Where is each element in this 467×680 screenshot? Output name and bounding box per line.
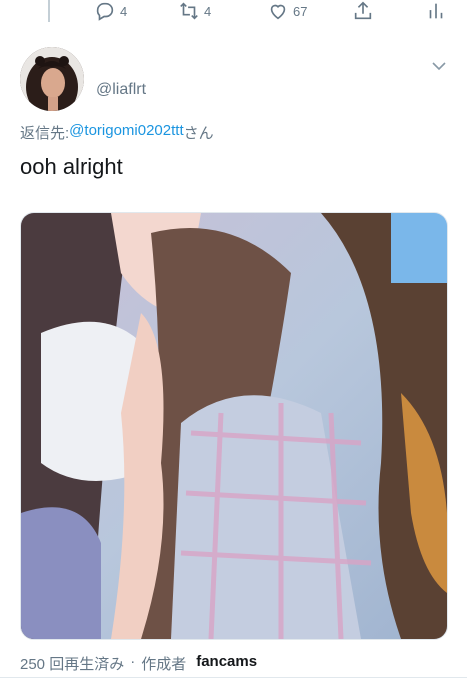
action-bar: 4 4 67 [0,0,467,24]
reply-prefix: 返信先: [20,125,70,142]
avatar-image [20,47,84,111]
analytics-button[interactable] [425,0,447,22]
reply-handle-link[interactable]: @torigomi0202ttt [69,122,183,143]
retweet-count: 4 [204,3,212,19]
analytics-icon [429,3,443,19]
video-thumbnail [21,213,447,639]
heart-icon [270,4,286,20]
retweet-icon [180,2,198,20]
reply-to-line: 返信先: @torigomi0202ttt さん [20,122,214,143]
retweet-button[interactable]: 4 [178,0,211,22]
chevron-down-icon[interactable] [430,59,448,73]
media-meta: 250 回再生済み · 作成者 fancams [20,653,257,674]
view-count: 250 回再生済み [20,656,125,673]
meta-separator: · [130,653,136,670]
avatar[interactable] [20,47,84,111]
creator-label: 作成者 [141,656,187,673]
source-link[interactable]: fancams [196,653,257,674]
reply-button[interactable]: 4 [94,0,127,22]
like-count: 67 [293,3,308,19]
reply-icon [96,2,114,21]
tweet-text: ooh alright [20,154,123,179]
video-media[interactable] [20,212,448,640]
reply-suffix: さん [183,125,214,142]
tweet-username[interactable]: @liaflrt [96,81,146,99]
share-button[interactable] [352,0,374,22]
share-icon [354,1,372,20]
reply-count: 4 [120,3,128,19]
divider [0,677,467,678]
like-button[interactable]: 67 [267,0,307,22]
